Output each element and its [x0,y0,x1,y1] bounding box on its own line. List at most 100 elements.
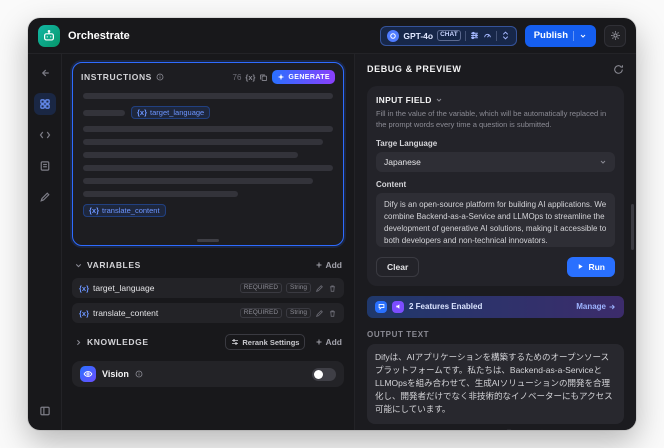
variable-row-meta: REQUIRED String [239,282,337,294]
sliders-icon [232,339,239,345]
rerank-label: Rerank Settings [242,337,300,347]
refresh-icon[interactable] [613,64,624,75]
sidebar-item-logs[interactable] [34,155,56,177]
variable-row[interactable]: {x} target_language REQUIRED String [72,278,344,298]
output-actions: Logs More like this [505,429,624,430]
features-bar[interactable]: 2 Features Enabled Manage [367,295,624,318]
info-icon [156,73,164,81]
sidebar-item-api[interactable] [34,124,56,146]
chevron-down-icon [580,34,586,38]
chevron-down-icon [435,96,443,104]
content-field-label: Content [376,179,407,189]
output-section-title: OUTPUT TEXT [367,329,430,339]
clear-button[interactable]: Clear [376,256,420,277]
resize-handle[interactable] [197,239,219,242]
logs-label: Logs [515,429,531,430]
generate-label: GENERATE [288,73,330,81]
toggle-knob [314,369,323,379]
swap-model-icon[interactable] [501,31,510,40]
features-count-text: 2 Features Enabled [409,302,483,312]
instructions-header: INSTRUCTIONS 76 {x} GENERATE [73,63,343,87]
debug-panel: DEBUG & PREVIEW INPUT FIELD Fill in the … [354,54,636,430]
sidebar-item-orchestrate[interactable] [33,93,56,115]
language-field-label: Targe Language [376,138,438,148]
model-selector[interactable]: GPT-4o CHAT [380,25,517,46]
speech-button[interactable] [599,429,608,430]
add-label: Add [325,260,342,270]
gauge-icon[interactable] [483,31,492,40]
manage-label: Manage [576,302,606,312]
add-variable-button[interactable]: Add [315,260,342,270]
copy-output-button[interactable] [615,429,624,430]
model-mode-badge: CHAT [437,30,461,41]
required-badge: REQUIRED [239,282,283,294]
skeleton-row: {x} target_language [83,106,333,119]
prompt-skeleton: {x} target_language {x} translate_conten… [73,87,343,223]
clear-label: Clear [387,261,409,272]
pill-divider [495,30,497,41]
play-icon [579,264,584,270]
variable-icon: {x} [79,308,90,318]
sliders-icon[interactable] [470,31,479,40]
chevron-down-icon[interactable] [74,261,83,270]
debug-title: DEBUG & PREVIEW [367,64,462,74]
run-button[interactable]: Run [567,256,615,277]
vision-card: Vision [72,361,344,387]
chevron-right-icon[interactable] [74,338,83,347]
variable-icon: {x} [79,283,90,293]
collapse-panel-button[interactable] [34,400,56,422]
manage-features-button[interactable]: Manage [576,302,616,311]
variable-chip-translate-content[interactable]: {x} translate_content [83,204,166,217]
plus-icon [316,262,322,268]
sparkle-icon [278,73,285,81]
logs-icon [506,429,511,430]
edit-icon[interactable] [315,284,324,293]
instructions-title: INSTRUCTIONS [81,72,152,82]
edit-icon[interactable] [315,309,324,318]
debug-actions: Clear Run [376,256,615,277]
model-provider-icon [387,29,400,42]
language-select[interactable]: Japanese [376,151,615,172]
publish-divider [573,30,574,41]
speaker-icon [599,429,608,430]
skeleton-line [83,165,333,171]
add-knowledge-button[interactable]: Add [315,337,342,347]
skeleton-line [83,191,238,197]
type-badge: String [286,282,311,294]
back-button[interactable] [34,62,56,84]
copy-icon[interactable] [259,73,268,82]
rerank-settings-button[interactable]: Rerank Settings [225,334,306,350]
skeleton-line [83,126,333,132]
instructions-editor[interactable]: INSTRUCTIONS 76 {x} GENERATE {x} target_… [72,62,344,246]
scrollbar-thumb[interactable] [631,204,634,250]
vision-toggle[interactable] [312,367,336,381]
insert-variable-icon[interactable]: {x} [245,73,255,82]
vision-label: Vision [102,369,129,379]
delete-icon[interactable] [328,284,337,293]
app-settings-button[interactable] [604,24,626,47]
output-meta-row: 5.6s · 521 chars Logs More like this [367,429,624,430]
content-textarea[interactable]: Dify is an open-source platform for buil… [376,192,615,247]
gear-icon [610,31,620,40]
publish-button[interactable]: Publish [524,24,596,47]
required-badge: REQUIRED [239,307,283,319]
model-name: GPT-4o [403,30,434,41]
pill-divider [464,30,466,41]
generate-button[interactable]: GENERATE [272,70,335,84]
variable-row[interactable]: {x} translate_content REQUIRED String [72,303,344,323]
arrow-right-icon [609,304,615,310]
skeleton-line [83,178,313,184]
input-field-toggle[interactable]: INPUT FIELD [376,95,615,105]
delete-icon[interactable] [328,309,337,318]
variable-icon: {x} [137,108,148,117]
skeleton-line [83,93,333,99]
chevron-down-icon [600,160,606,164]
variable-chip-target-language[interactable]: {x} target_language [131,106,211,119]
sidebar-item-annotations[interactable] [34,186,56,208]
more-like-this-button[interactable]: More like this [538,429,592,430]
char-count: 76 [232,72,242,82]
skeleton-line [83,109,125,116]
variable-name: translate_content [93,308,159,318]
logs-button[interactable]: Logs [505,429,531,430]
run-label: Run [588,261,605,272]
